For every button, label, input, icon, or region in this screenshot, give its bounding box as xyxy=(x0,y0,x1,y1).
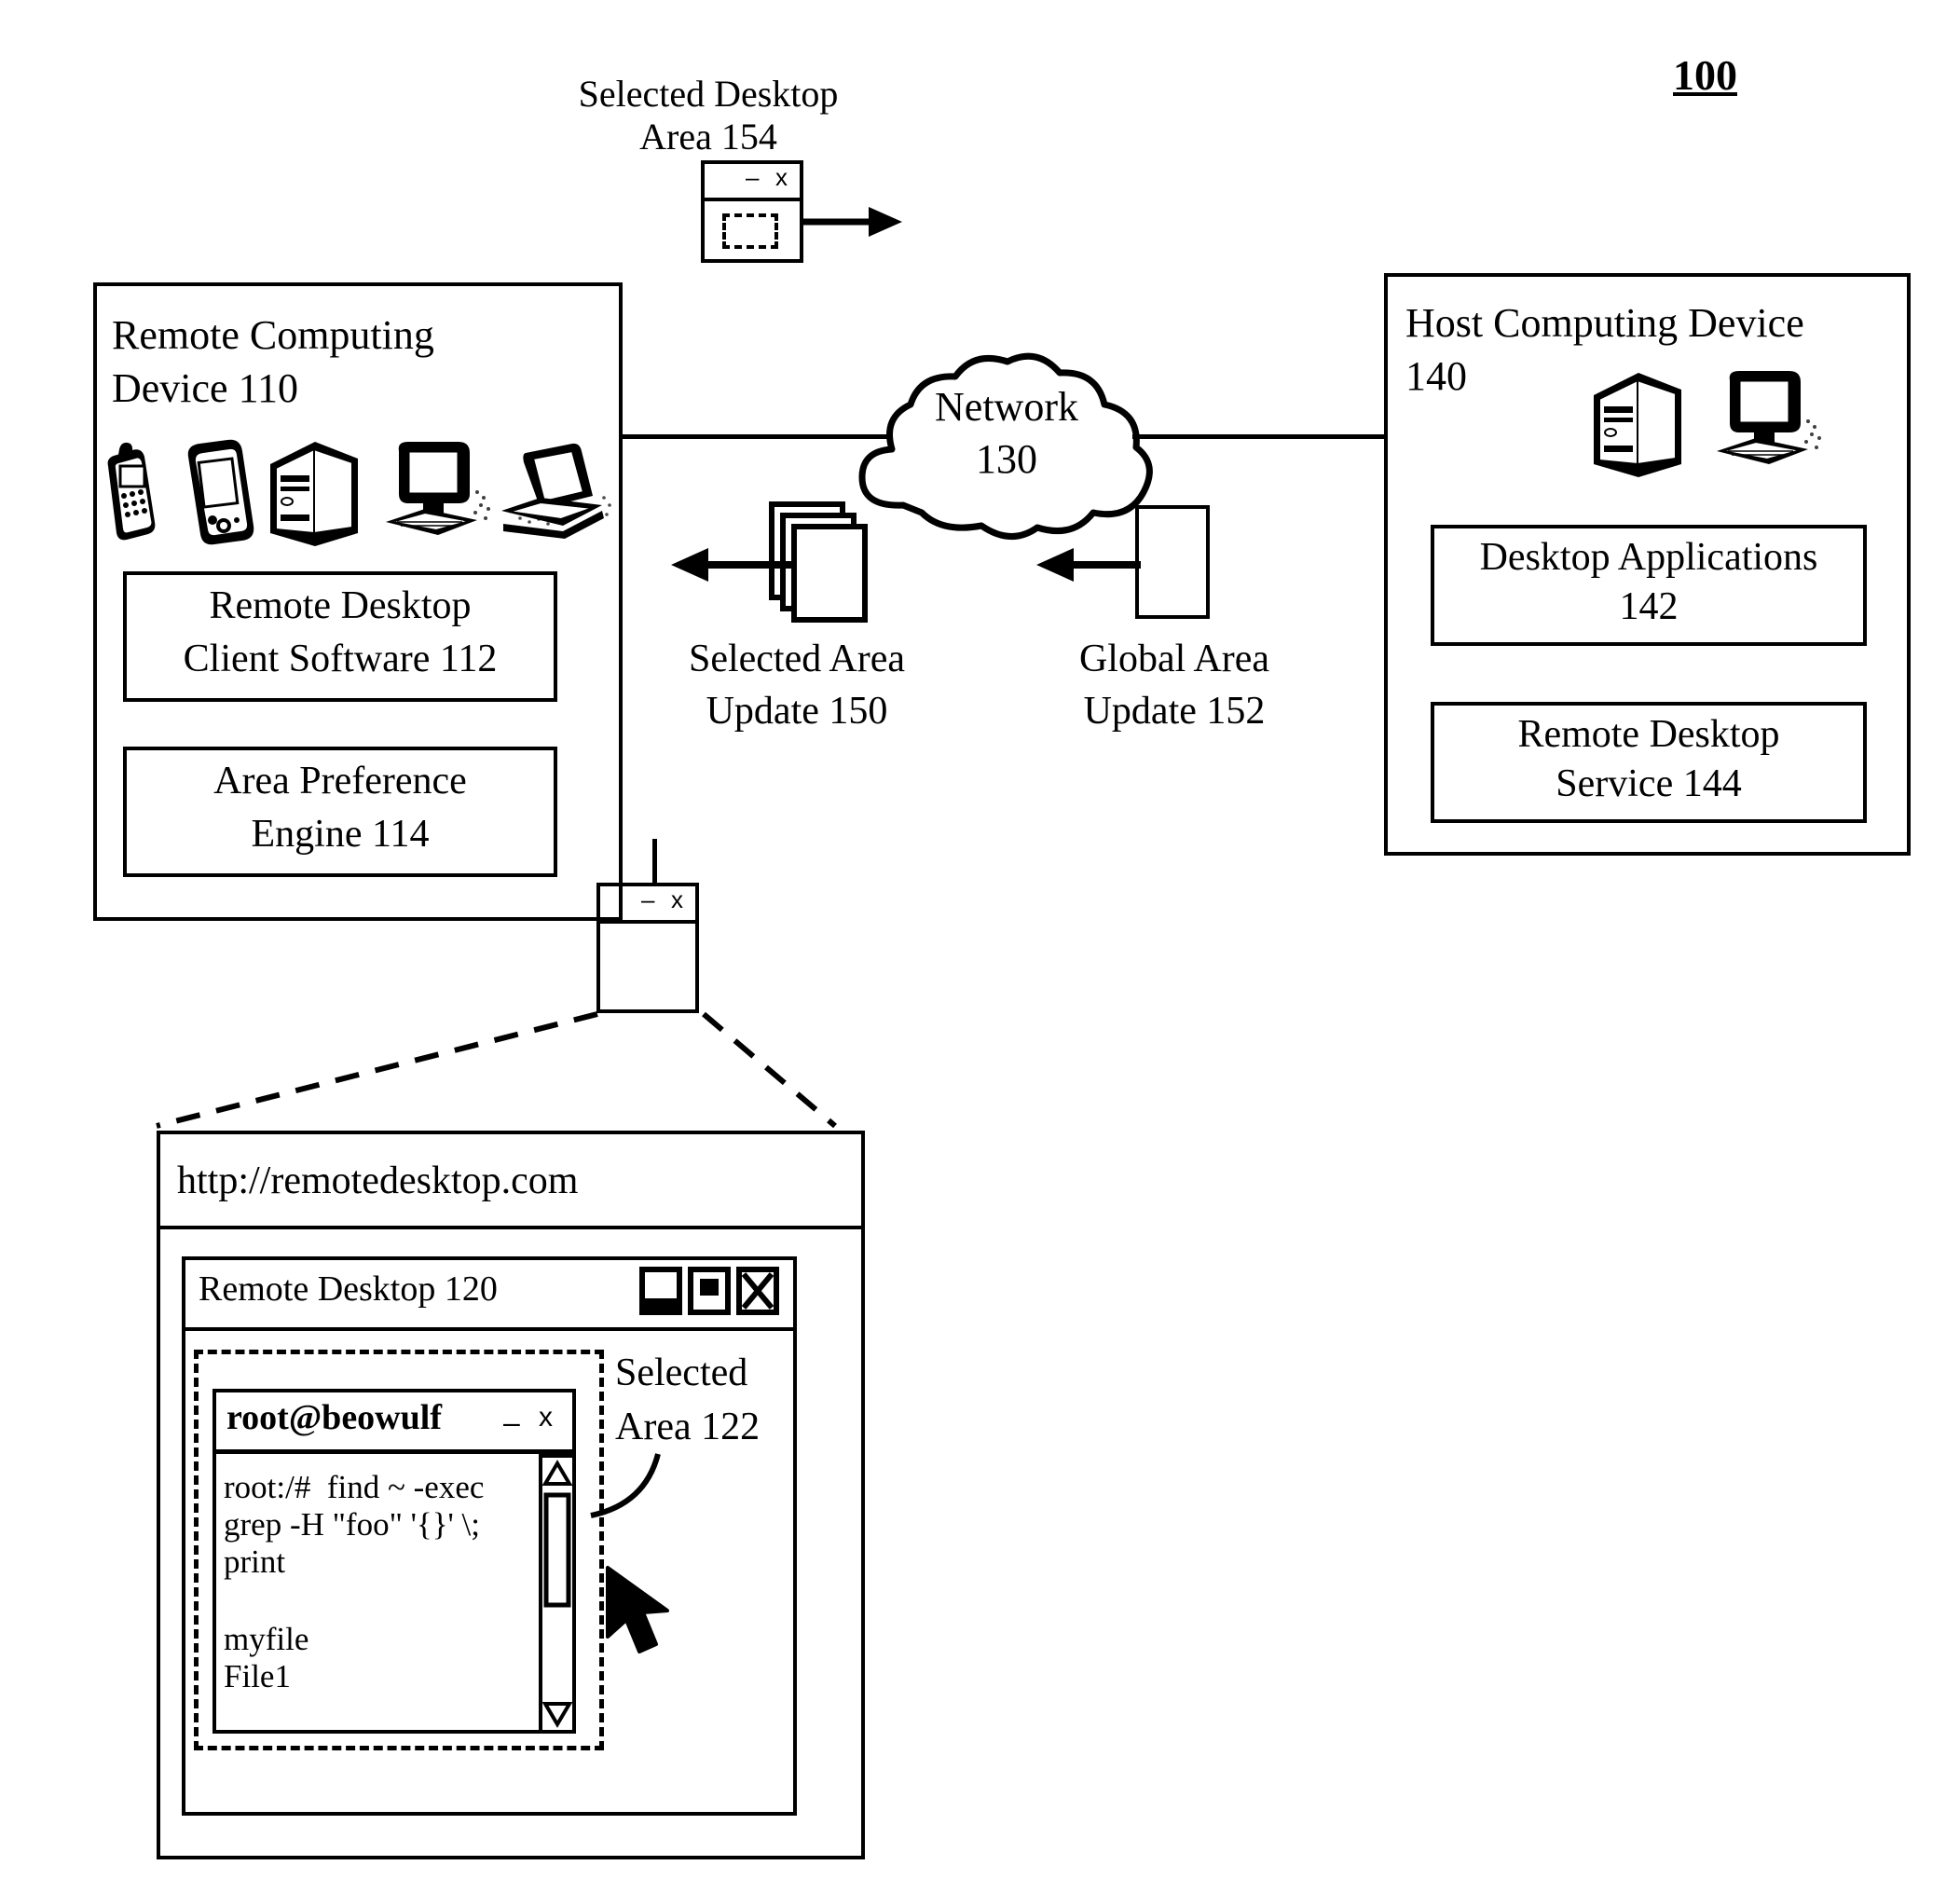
magnifier-thumb-titlebar-divider xyxy=(596,920,699,924)
browser-url-text[interactable]: http://remotedesktop.com xyxy=(177,1159,578,1204)
network-label-line2: 130 xyxy=(976,436,1037,482)
terminal-line-0: root:/# find ~ -exec xyxy=(224,1469,485,1505)
selected-desktop-area-dashed-selection xyxy=(722,213,778,249)
global-area-update-rect xyxy=(1135,505,1210,619)
tower-pc-icon xyxy=(270,442,358,546)
magnifier-thumb-close-glyph[interactable]: x xyxy=(671,885,683,914)
magnifier-thumb-minimize-glyph[interactable]: – xyxy=(641,885,654,914)
terminal-text-area: root:/# find ~ -exec grep -H "foo" '{}' … xyxy=(224,1469,522,1694)
terminal-line-1: grep -H "foo" '{}' \; xyxy=(224,1505,481,1543)
close-button xyxy=(736,1267,779,1315)
terminal-titlebar-divider xyxy=(212,1449,576,1454)
remote-desktop-client-software-line2: Client Software 112 xyxy=(183,638,498,680)
remote-desktop-client-software-line1: Remote Desktop xyxy=(209,584,472,627)
desktop-applications-line1: Desktop Applications xyxy=(1479,536,1818,579)
area-preference-engine-line1: Area Preference xyxy=(213,760,467,802)
area-preference-engine-line2: Engine 114 xyxy=(251,813,430,856)
terminal-line-3 xyxy=(224,1581,522,1621)
selected-desktop-area-minimize-glyph[interactable]: – xyxy=(746,163,759,192)
selected-area-update-line2: Update 150 xyxy=(706,690,888,733)
selected-area-update-line1: Selected Area xyxy=(688,638,906,680)
minimize-button xyxy=(639,1267,682,1315)
magnifier-thumb-stem xyxy=(652,839,657,883)
terminal-minimize-glyph[interactable]: – xyxy=(503,1406,520,1439)
connector-remote-to-cloud xyxy=(619,434,889,439)
scroll-thumb xyxy=(543,1492,571,1608)
scroll-up-arrow-icon xyxy=(541,1460,573,1486)
terminal-title: root@beowulf xyxy=(226,1398,442,1437)
magnifier-callout-lines xyxy=(156,1011,837,1129)
remote-desktop-titlebar-divider xyxy=(182,1327,797,1331)
figure-number: 100 xyxy=(1673,51,1737,99)
network-label-line1: Network xyxy=(935,384,1078,430)
global-area-update-line1: Global Area xyxy=(1078,638,1270,680)
selected-desktop-area-label-line1: Selected Desktop xyxy=(578,73,839,115)
browser-urlbar-divider xyxy=(157,1226,865,1229)
connector-cloud-to-host xyxy=(1132,434,1384,439)
pda-icon xyxy=(187,439,254,545)
host-device-icons-row xyxy=(1594,371,1821,477)
desktop-applications-line2: 142 xyxy=(1619,585,1679,628)
maximize-button xyxy=(688,1267,731,1315)
laptop-icon xyxy=(501,443,611,539)
remote-desktop-service-line1: Remote Desktop xyxy=(1517,713,1780,756)
selected-area-122-label-line2: Area 122 xyxy=(615,1406,761,1448)
remote-computing-device-title-line2: Device 110 xyxy=(112,365,298,411)
remote-desktop-service-line2: Service 144 xyxy=(1556,762,1742,805)
selected-desktop-area-close-glyph[interactable]: x xyxy=(775,163,788,192)
selected-desktop-area-titlebar-divider xyxy=(701,198,803,201)
remote-desktop-window-title: Remote Desktop 120 xyxy=(199,1269,498,1309)
selected-area-122-label-line1: Selected xyxy=(615,1351,748,1394)
mouse-pointer-icon xyxy=(606,1566,669,1653)
selected-desktop-area-label-line2: Area 154 xyxy=(639,116,777,158)
terminal-line-2: print xyxy=(224,1543,286,1580)
desktop-workstation-icon xyxy=(386,442,490,535)
terminal-line-5: File1 xyxy=(224,1657,291,1694)
patent-figure-100: 100 Selected Desktop Area 154 – x Remote… xyxy=(0,0,1960,1893)
selected-area-update-arrow xyxy=(671,548,794,582)
host-computing-device-title-line2: 140 xyxy=(1405,353,1467,399)
global-area-update-arrow xyxy=(1036,548,1141,582)
scroll-down-arrow-icon xyxy=(541,1702,573,1728)
remote-device-icons-row xyxy=(107,439,611,546)
selected-desktop-area-arrow xyxy=(802,207,902,237)
tower-pc-icon xyxy=(1594,373,1681,477)
remote-desktop-window-controls[interactable] xyxy=(637,1263,787,1321)
terminal-scrollbar-parts[interactable] xyxy=(539,1454,576,1734)
global-area-update-line2: Update 152 xyxy=(1083,690,1266,733)
terminal-line-4: myfile xyxy=(224,1620,309,1657)
selected-area-122-leader-curve xyxy=(590,1453,661,1518)
remote-computing-device-title-line1: Remote Computing xyxy=(112,312,434,358)
mobile-phone-icon xyxy=(107,442,156,541)
terminal-close-glyph[interactable]: x xyxy=(539,1402,553,1433)
host-computing-device-title-line1: Host Computing Device xyxy=(1405,300,1804,346)
desktop-workstation-icon xyxy=(1717,371,1821,464)
